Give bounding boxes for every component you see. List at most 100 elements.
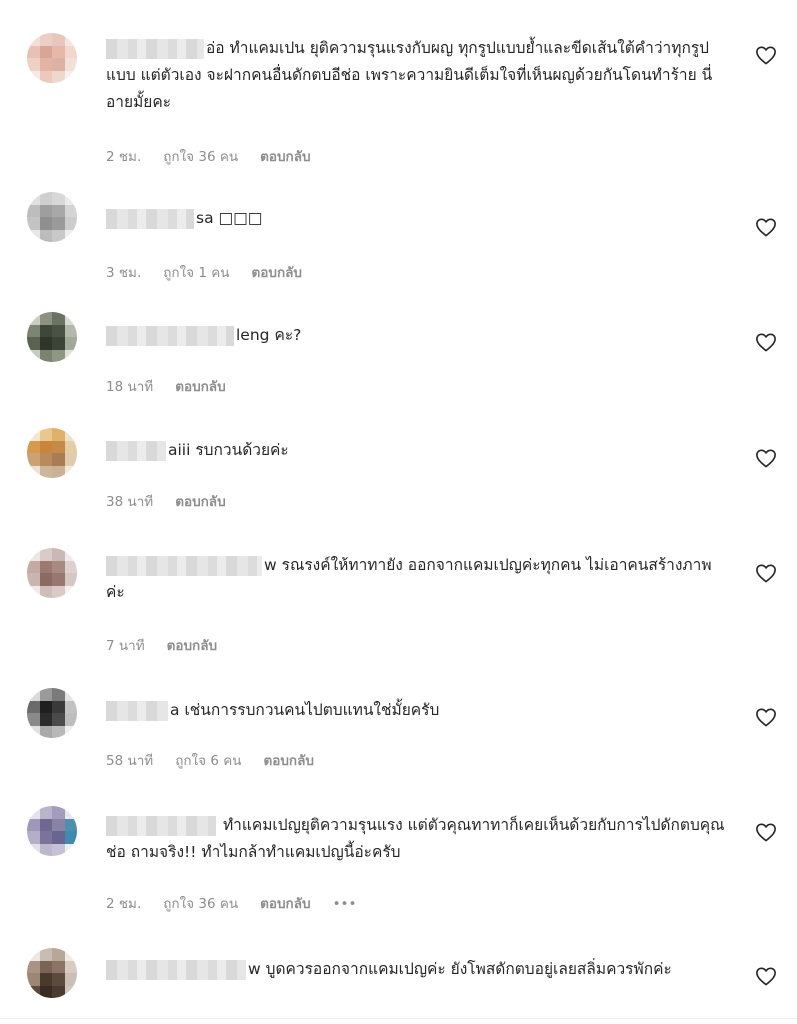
- heart-icon[interactable]: [755, 217, 777, 237]
- avatar[interactable]: [27, 948, 77, 998]
- avatar-pixel: [52, 948, 65, 961]
- heart-icon[interactable]: [755, 45, 777, 65]
- avatar-pixel: [27, 70, 40, 83]
- avatar-pixel: [27, 973, 40, 986]
- avatar-pixel: [64, 806, 77, 819]
- username-blurred[interactable]: [106, 555, 262, 576]
- comment-time: 38 นาที: [106, 494, 154, 510]
- username-blurred[interactable]: [106, 440, 166, 461]
- avatar[interactable]: [27, 192, 77, 242]
- avatar-pixel: [27, 818, 40, 831]
- avatar-pixel: [52, 204, 65, 217]
- username-tail[interactable]: a: [170, 701, 180, 719]
- avatar[interactable]: [27, 806, 77, 856]
- avatar-pixel: [27, 573, 40, 586]
- avatar-pixel: [27, 843, 40, 856]
- reply-button[interactable]: ตอบกลับ: [260, 896, 310, 912]
- avatar-pixel: [52, 349, 65, 362]
- avatar-pixel: [52, 713, 65, 726]
- avatar-pixel: [52, 70, 65, 83]
- avatar-pixel: [39, 58, 52, 71]
- avatar-pixel: [52, 229, 65, 242]
- comment-time: 2 ชม.: [106, 896, 142, 912]
- avatar-pixel: [27, 312, 40, 325]
- avatar-pixel: [64, 548, 77, 561]
- avatar-pixel: [64, 713, 77, 726]
- username-tail[interactable]: aiii: [168, 441, 190, 459]
- avatar-pixel: [27, 465, 40, 478]
- username-blurred[interactable]: [106, 208, 194, 229]
- avatar[interactable]: [27, 548, 77, 598]
- avatar-pixel: [64, 700, 77, 713]
- avatar[interactable]: [27, 312, 77, 362]
- like-count[interactable]: ถูกใจ 6 คน: [175, 753, 241, 769]
- avatar-pixel: [64, 349, 77, 362]
- comment-body: leng คะ?: [106, 322, 726, 349]
- username-blurred[interactable]: [106, 325, 234, 346]
- avatar-pixel: [64, 324, 77, 337]
- avatar-pixel: [64, 337, 77, 350]
- heart-icon[interactable]: [755, 966, 777, 986]
- comment-time: 7 นาที: [106, 638, 145, 654]
- avatar-pixel: [64, 229, 77, 242]
- avatar-pixel: [27, 337, 40, 350]
- more-options-button[interactable]: •••: [333, 896, 357, 912]
- like-count[interactable]: ถูกใจ 36 คน: [163, 149, 238, 165]
- like-count[interactable]: ถูกใจ 1 คน: [163, 265, 229, 281]
- avatar-pixel: [52, 217, 65, 230]
- avatar-pixel: [27, 324, 40, 337]
- avatar-pixel: [52, 58, 65, 71]
- avatar[interactable]: [27, 33, 77, 83]
- comment-time: 3 ชม.: [106, 265, 142, 281]
- comment-body: aiii รบกวนด้วยค่ะ: [106, 437, 726, 464]
- comment-text: บูดควรออกจากแคมเปญค่ะ ยังโพสดักตบอยู่เลย…: [265, 960, 672, 978]
- comment-meta: 3 ชม. ถูกใจ 1 คน ตอบกลับ: [106, 261, 324, 283]
- reply-button[interactable]: ตอบกลับ: [167, 638, 217, 654]
- comment-time: 2 ชม.: [106, 149, 142, 165]
- avatar-pixel: [52, 985, 65, 998]
- reply-button[interactable]: ตอบกลับ: [252, 265, 302, 281]
- avatar-pixel: [52, 337, 65, 350]
- avatar-pixel: [27, 948, 40, 961]
- avatar-pixel: [39, 312, 52, 325]
- avatar-pixel: [27, 349, 40, 362]
- username-blurred[interactable]: [106, 38, 204, 59]
- avatar-pixel: [39, 337, 52, 350]
- reply-button[interactable]: ตอบกลับ: [175, 494, 225, 510]
- avatar-pixel: [64, 312, 77, 325]
- avatar-pixel: [27, 548, 40, 561]
- avatar[interactable]: [27, 688, 77, 738]
- avatar-pixel: [39, 324, 52, 337]
- heart-icon[interactable]: [755, 707, 777, 727]
- comment-body: ทำแคมเปญยุติความรุนแรง แต่ตัวคุณทาทาก็เค…: [106, 812, 726, 866]
- username-blurred[interactable]: [106, 815, 216, 836]
- username-tail[interactable]: w: [264, 556, 277, 574]
- avatar-pixel: [27, 58, 40, 71]
- heart-icon[interactable]: [755, 448, 777, 468]
- like-count[interactable]: ถูกใจ 36 คน: [163, 896, 238, 912]
- username-tail[interactable]: w: [248, 960, 261, 978]
- reply-button[interactable]: ตอบกลับ: [260, 149, 310, 165]
- avatar-pixel: [64, 217, 77, 230]
- avatar-pixel: [64, 985, 77, 998]
- comment-time: 18 นาที: [106, 379, 154, 395]
- username-tail[interactable]: leng: [236, 326, 270, 344]
- heart-icon[interactable]: [755, 563, 777, 583]
- heart-icon[interactable]: [755, 822, 777, 842]
- avatar-pixel: [27, 585, 40, 598]
- avatar-pixel: [52, 465, 65, 478]
- avatar-pixel: [52, 428, 65, 441]
- avatar-pixel: [64, 948, 77, 961]
- avatar-pixel: [39, 428, 52, 441]
- username-blurred[interactable]: [106, 959, 246, 980]
- avatar-pixel: [64, 58, 77, 71]
- avatar-pixel: [64, 585, 77, 598]
- reply-button[interactable]: ตอบกลับ: [263, 753, 313, 769]
- avatar-pixel: [27, 688, 40, 701]
- heart-icon[interactable]: [755, 332, 777, 352]
- avatar-pixel: [27, 33, 40, 46]
- username-blurred[interactable]: [106, 700, 168, 721]
- avatar[interactable]: [27, 428, 77, 478]
- username-tail[interactable]: sa: [196, 209, 214, 227]
- reply-button[interactable]: ตอบกลับ: [175, 379, 225, 395]
